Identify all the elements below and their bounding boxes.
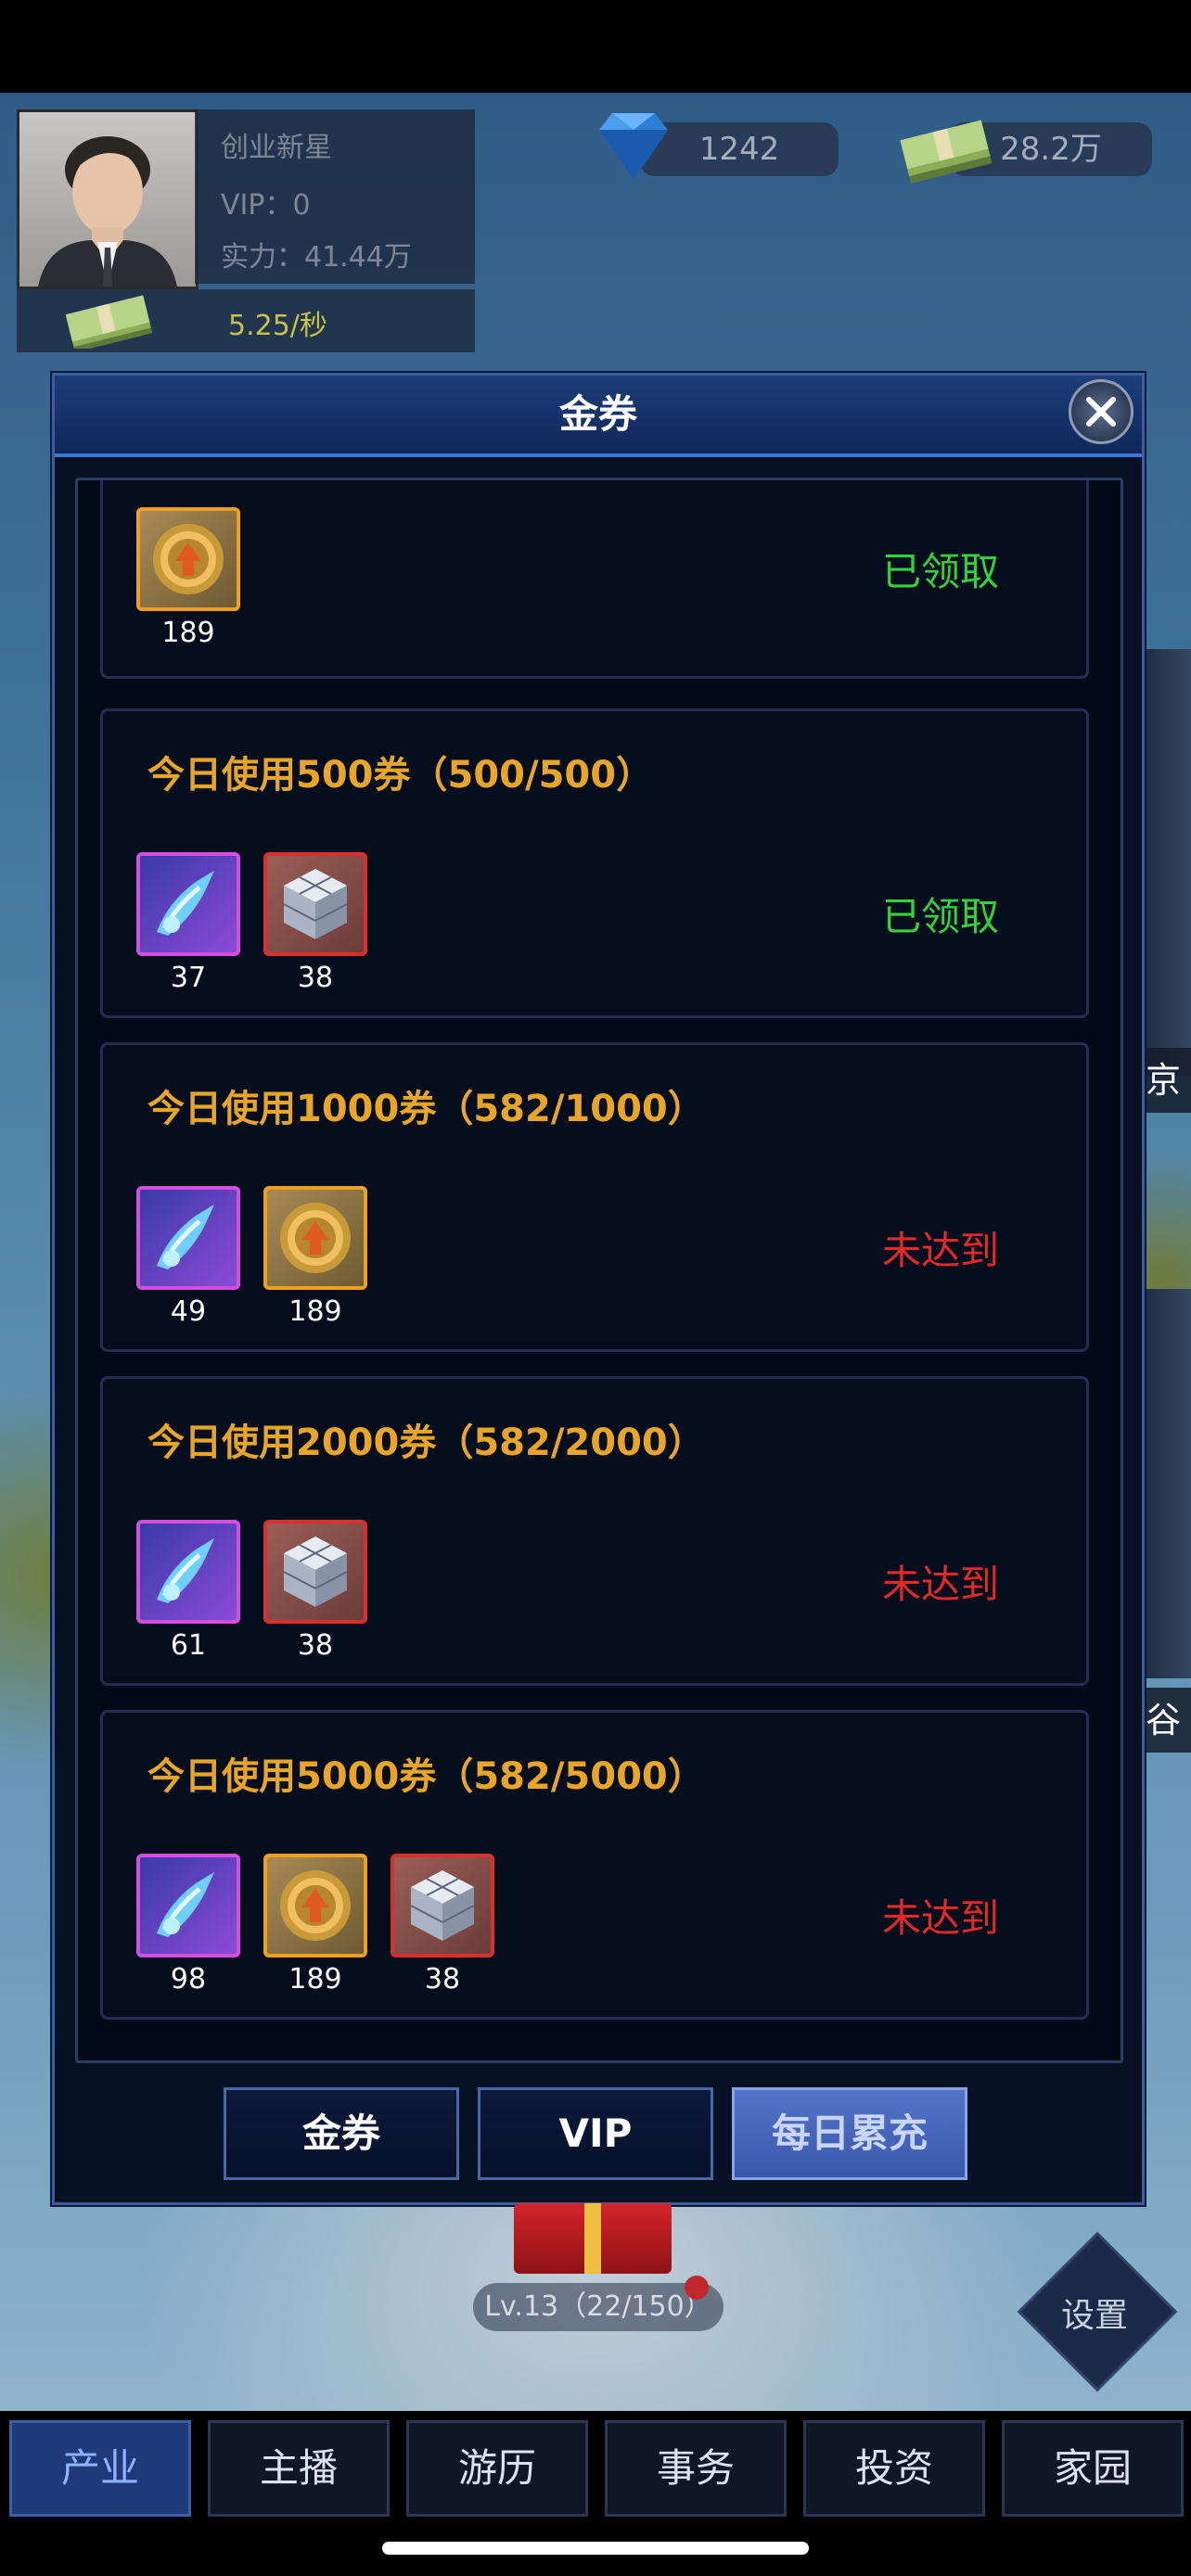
reward-card: 今日使用2000券（582/2000） 61 38 未达到	[100, 1376, 1089, 1686]
gift-box-icon[interactable]	[514, 2203, 672, 2274]
reward-list[interactable]: 189 已领取 今日使用500券（500/500） 37 38 已领取 今日使用1000券（…	[75, 478, 1123, 2063]
close-icon	[1086, 397, 1116, 427]
reward-card: 189 已领取	[100, 480, 1089, 679]
reward-item-count: 61	[170, 1629, 207, 1662]
settings-label: 设置	[1060, 2297, 1128, 2335]
player-info-panel[interactable]: 创业新星 VIP：0 实力：41.44万	[195, 109, 475, 284]
blue-crystal-icon	[136, 852, 240, 956]
blue-crystal-icon	[136, 1854, 240, 1958]
diamond-icon	[599, 113, 668, 180]
tab-vip[interactable]: VIP	[478, 2087, 713, 2180]
nav-anchor[interactable]: 主播	[208, 2420, 390, 2517]
income-rate-text: 5.25/秒	[228, 310, 327, 342]
reward-card: 今日使用1000券（582/1000） 49 189 未达到	[100, 1042, 1089, 1352]
reward-item-count: 38	[297, 1629, 334, 1662]
nav-home[interactable]: 家园	[1002, 2420, 1184, 2517]
ice-cube-icon	[263, 1520, 367, 1624]
reward-status: 已领取	[881, 894, 999, 939]
reward-status[interactable]: 未达到	[882, 1553, 999, 1610]
gold-gear-icon	[263, 1854, 367, 1958]
ice-cube-icon	[391, 1854, 494, 1958]
reward-card-title: 今日使用5000券（582/5000）	[147, 1755, 705, 1798]
gold-gear-icon	[263, 1186, 367, 1290]
cash-stack-icon	[900, 120, 992, 184]
notification-dot	[685, 2276, 709, 2300]
reward-card-title: 今日使用1000券（582/1000）	[147, 1088, 705, 1130]
dialog-title: 金券	[558, 391, 637, 437]
player-avatar[interactable]	[17, 109, 198, 289]
reward-item-count: 189	[161, 617, 215, 649]
reward-card-title: 今日使用2000券（582/2000）	[147, 1422, 705, 1464]
blue-crystal-icon	[136, 1186, 240, 1290]
reward-item-count: 189	[288, 1963, 342, 1996]
reward-item-count: 189	[288, 1295, 342, 1328]
reward-card-title: 今日使用500券（500/500）	[147, 754, 654, 797]
reward-status[interactable]: 未达到	[882, 1887, 999, 1944]
nav-affairs[interactable]: 事务	[605, 2420, 787, 2517]
nav-travel[interactable]: 游历	[406, 2420, 588, 2517]
blue-crystal-icon	[136, 1520, 240, 1624]
player-vip: VIP：0	[221, 189, 311, 222]
gold-voucher-dialog: 金券 189 已领取 今日使用500券（500/500） 37 38 已领取 今日使用100…	[52, 373, 1145, 2205]
reward-item-count: 49	[170, 1295, 207, 1328]
income-rate-panel: 5.25/秒	[17, 289, 475, 352]
cash-stack-icon	[65, 295, 153, 349]
nav-industry[interactable]: 产业	[9, 2420, 191, 2517]
ice-cube-icon	[263, 852, 367, 956]
tab-daily-recharge[interactable]: 每日累充	[732, 2087, 967, 2180]
close-button[interactable]	[1069, 379, 1133, 444]
reward-item-count: 37	[170, 962, 207, 994]
dialog-header: 金券	[55, 376, 1142, 457]
reward-card: 今日使用5000券（582/5000） 98 189 38 未达到	[100, 1710, 1089, 2020]
gold-gear-icon	[136, 507, 240, 611]
reward-card: 今日使用500券（500/500） 37 38 已领取	[100, 708, 1089, 1018]
reward-status[interactable]: 未达到	[882, 1219, 999, 1276]
nav-invest[interactable]: 投资	[803, 2420, 985, 2517]
reward-item-count: 38	[297, 962, 334, 994]
player-power: 实力：41.44万	[221, 241, 412, 274]
reward-item-count: 38	[424, 1963, 461, 1996]
reward-status: 已领取	[881, 549, 999, 594]
home-indicator[interactable]	[382, 2542, 809, 2555]
player-name: 创业新星	[221, 132, 332, 164]
reward-item-count: 98	[170, 1963, 207, 1996]
tab-gold-voucher[interactable]: 金券	[224, 2087, 459, 2180]
